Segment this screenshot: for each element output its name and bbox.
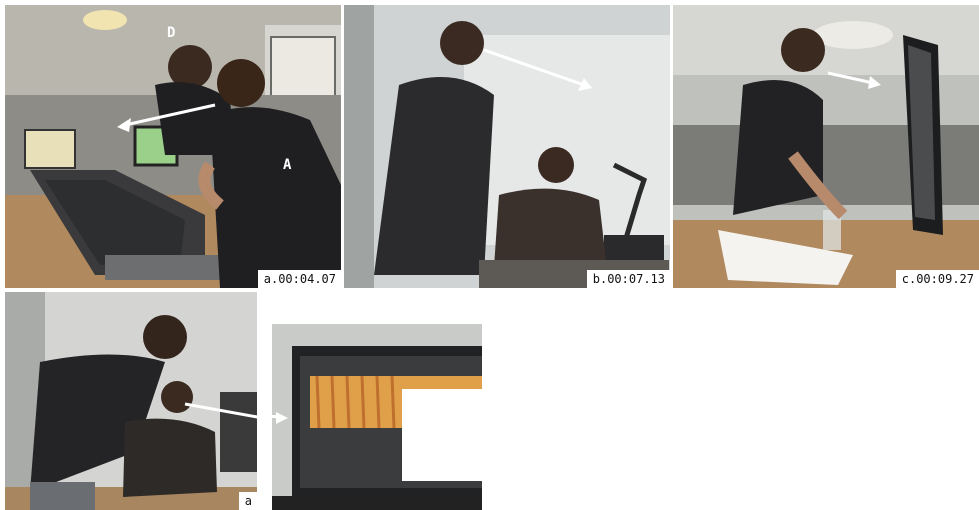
- frame-a-scene: [5, 5, 341, 288]
- frame-c-photo: c.00:09.27: [673, 5, 979, 288]
- person-label-a: A: [283, 157, 292, 173]
- zoomed-monitor-scene: [272, 324, 482, 510]
- frame-a-detail-photo: a: [5, 292, 257, 510]
- person-label-d: D: [167, 25, 176, 41]
- frame-c-timestamp: c.00:09.27: [895, 270, 979, 288]
- frame-b-timestamp: b.00:07.13: [586, 270, 670, 288]
- frame-a-detail-timestamp: a: [238, 492, 257, 510]
- connector-arrow-head: [276, 412, 288, 424]
- connector-arrow-line: [257, 415, 277, 418]
- frame-b-photo: b.00:07.13: [344, 5, 670, 288]
- frame-a-timestamp: a.00:04.07: [257, 270, 341, 288]
- frame-a-photo: D A a.00:04.07: [5, 5, 341, 288]
- zoomed-monitor-photo: [272, 324, 482, 510]
- frame-a-detail-scene: [5, 292, 257, 510]
- frame-b-scene: [344, 5, 670, 288]
- frame-c-scene: [673, 5, 979, 288]
